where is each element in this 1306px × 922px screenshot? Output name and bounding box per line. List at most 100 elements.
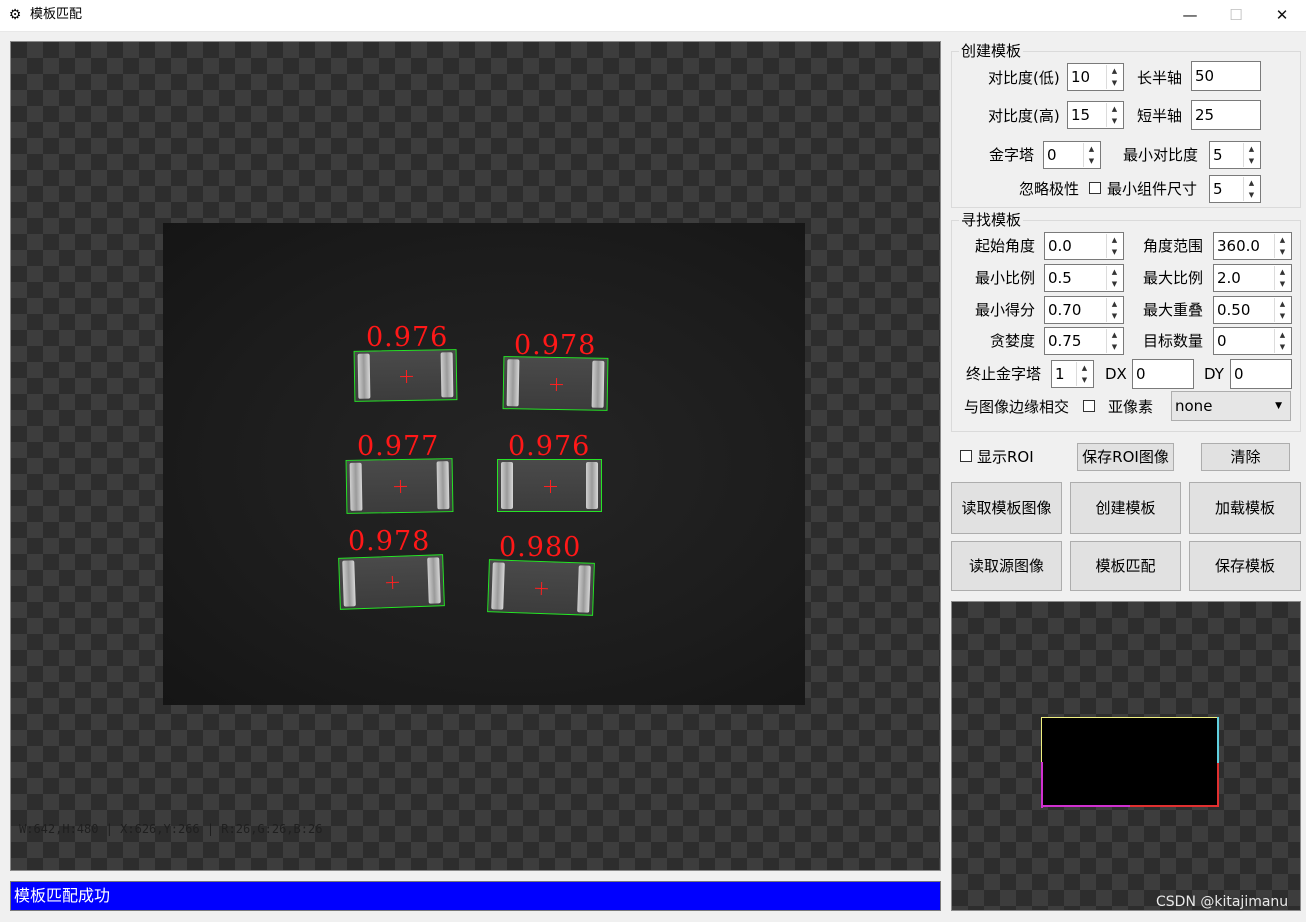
maximize-button[interactable]: ☐ xyxy=(1213,0,1259,31)
spin-up-icon[interactable]: ▲ xyxy=(1077,362,1092,374)
center-cross-icon xyxy=(543,479,557,493)
chevron-down-icon: ▼ xyxy=(1275,401,1282,411)
group-title: 寻找模板 xyxy=(959,210,1024,230)
template-preview-view[interactable] xyxy=(951,601,1301,911)
spin-up-icon[interactable]: ▲ xyxy=(1084,143,1099,155)
ignore-polarity-checkbox[interactable] xyxy=(1089,182,1101,194)
match-template-button[interactable]: 模板匹配 xyxy=(1070,541,1181,591)
clear-button[interactable]: 清除 xyxy=(1201,443,1290,471)
center-cross-icon xyxy=(393,480,406,493)
pixel-info-readout: W:642,H:480 | X:626,Y:266 | R:26,G:26,B:… xyxy=(19,822,323,836)
min-contrast-spinbox[interactable]: 5 ▲ ▼ xyxy=(1209,141,1261,169)
min-scale-spinbox[interactable]: 0.5 ▲ ▼ xyxy=(1044,264,1124,292)
angle-range-spinbox[interactable]: 360.0 ▲ ▼ xyxy=(1213,232,1292,260)
read-template-image-button[interactable]: 读取模板图像 xyxy=(951,482,1062,534)
spin-up-icon[interactable]: ▲ xyxy=(1275,298,1290,310)
min-score-label: 最小得分 xyxy=(975,301,1036,319)
title-bar: ⚙ 模板匹配 — ☐ ✕ xyxy=(0,0,1306,32)
contrast-high-spinbox[interactable]: 15 ▲ ▼ xyxy=(1067,101,1124,129)
matched-component xyxy=(353,349,458,402)
min-scale-label: 最小比例 xyxy=(975,269,1036,287)
match-score: 0.978 xyxy=(348,526,431,557)
center-cross-icon xyxy=(535,581,548,594)
spin-up-icon[interactable]: ▲ xyxy=(1244,143,1259,155)
spin-down-icon[interactable]: ▼ xyxy=(1107,341,1122,353)
save-template-button[interactable]: 保存模板 xyxy=(1189,541,1301,591)
spin-down-icon[interactable]: ▼ xyxy=(1275,246,1290,258)
save-roi-image-button[interactable]: 保存ROI图像 xyxy=(1077,443,1174,471)
major-axis-field[interactable]: 50 xyxy=(1191,61,1261,91)
spin-down-icon[interactable]: ▼ xyxy=(1244,155,1259,167)
spin-up-icon[interactable]: ▲ xyxy=(1275,234,1290,246)
pyramid-label: 金字塔 xyxy=(989,146,1035,164)
minimize-button[interactable]: — xyxy=(1167,0,1213,31)
spin-up-icon[interactable]: ▲ xyxy=(1107,266,1122,278)
min-component-label: 最小组件尺寸 xyxy=(1107,180,1198,198)
min-component-spinbox[interactable]: 5 ▲ ▼ xyxy=(1209,175,1261,203)
minor-axis-field[interactable]: 25 xyxy=(1191,100,1261,130)
min-contrast-label: 最小对比度 xyxy=(1123,146,1199,164)
spin-down-icon[interactable]: ▼ xyxy=(1275,278,1290,290)
pyramid-spinbox[interactable]: 0 ▲ ▼ xyxy=(1043,141,1101,169)
angle-range-label: 角度范围 xyxy=(1143,237,1204,255)
contrast-low-spinbox[interactable]: 10 ▲ ▼ xyxy=(1067,63,1124,91)
spin-up-icon[interactable]: ▲ xyxy=(1275,329,1290,341)
spin-up-icon[interactable]: ▲ xyxy=(1107,65,1122,77)
border-intersect-label: 与图像边缘相交 xyxy=(964,398,1070,416)
show-roi-label: 显示ROI xyxy=(977,448,1034,466)
center-cross-icon xyxy=(549,377,562,390)
min-score-spinbox[interactable]: 0.70 ▲ ▼ xyxy=(1044,296,1124,324)
read-source-image-button[interactable]: 读取源图像 xyxy=(951,541,1062,591)
ignore-polarity-label: 忽略极性 xyxy=(1019,180,1080,198)
greediness-label: 贪婪度 xyxy=(990,332,1036,350)
num-targets-label: 目标数量 xyxy=(1143,332,1204,350)
watermark: CSDN @kitajimanu xyxy=(1156,894,1289,910)
main-image-view[interactable]: 0.976 0.978 0.977 0.976 0.978 0.980 W:64… xyxy=(10,41,941,871)
matched-component xyxy=(497,459,602,512)
spin-up-icon[interactable]: ▲ xyxy=(1244,177,1259,189)
gear-icon: ⚙ xyxy=(8,7,22,23)
matched-component xyxy=(345,458,454,514)
spin-down-icon[interactable]: ▼ xyxy=(1275,341,1290,353)
spin-down-icon[interactable]: ▼ xyxy=(1107,115,1122,127)
spin-up-icon[interactable]: ▲ xyxy=(1107,234,1122,246)
spin-down-icon[interactable]: ▼ xyxy=(1107,77,1122,89)
spin-down-icon[interactable]: ▼ xyxy=(1244,189,1259,201)
spin-up-icon[interactable]: ▲ xyxy=(1107,329,1122,341)
spin-up-icon[interactable]: ▲ xyxy=(1275,266,1290,278)
match-score: 0.976 xyxy=(366,322,449,353)
num-targets-spinbox[interactable]: 0 ▲ ▼ xyxy=(1213,327,1292,355)
spin-up-icon[interactable]: ▲ xyxy=(1107,298,1122,310)
start-angle-spinbox[interactable]: 0.0 ▲ ▼ xyxy=(1044,232,1124,260)
minor-axis-label: 短半轴 xyxy=(1137,107,1183,125)
dx-label: DX xyxy=(1105,365,1127,383)
spin-down-icon[interactable]: ▼ xyxy=(1077,374,1092,386)
close-button[interactable]: ✕ xyxy=(1259,0,1305,31)
stop-pyramid-spinbox[interactable]: 1 ▲ ▼ xyxy=(1051,360,1094,388)
stop-pyramid-label: 终止金字塔 xyxy=(966,365,1042,383)
subpixel-select[interactable]: none ▼ xyxy=(1171,391,1291,421)
match-score: 0.980 xyxy=(499,532,582,563)
load-template-button[interactable]: 加载模板 xyxy=(1189,482,1301,534)
show-roi-checkbox[interactable] xyxy=(960,450,972,462)
dy-label: DY xyxy=(1204,365,1224,383)
spin-down-icon[interactable]: ▼ xyxy=(1107,278,1122,290)
max-overlap-spinbox[interactable]: 0.50 ▲ ▼ xyxy=(1213,296,1292,324)
dy-field[interactable]: 0 xyxy=(1230,359,1292,389)
dx-field[interactable]: 0 xyxy=(1132,359,1194,389)
start-angle-label: 起始角度 xyxy=(975,237,1036,255)
spin-down-icon[interactable]: ▼ xyxy=(1275,310,1290,322)
max-overlap-label: 最大重叠 xyxy=(1143,301,1204,319)
contrast-high-label: 对比度(高) xyxy=(988,107,1060,125)
create-template-button[interactable]: 创建模板 xyxy=(1070,482,1181,534)
border-intersect-checkbox[interactable] xyxy=(1083,400,1095,412)
spin-down-icon[interactable]: ▼ xyxy=(1084,155,1099,167)
spin-down-icon[interactable]: ▼ xyxy=(1107,310,1122,322)
greediness-spinbox[interactable]: 0.75 ▲ ▼ xyxy=(1044,327,1124,355)
major-axis-label: 长半轴 xyxy=(1137,69,1183,87)
max-scale-spinbox[interactable]: 2.0 ▲ ▼ xyxy=(1213,264,1292,292)
spin-down-icon[interactable]: ▼ xyxy=(1107,246,1122,258)
spin-up-icon[interactable]: ▲ xyxy=(1107,103,1122,115)
match-score: 0.977 xyxy=(357,431,440,462)
center-cross-icon xyxy=(399,369,412,382)
